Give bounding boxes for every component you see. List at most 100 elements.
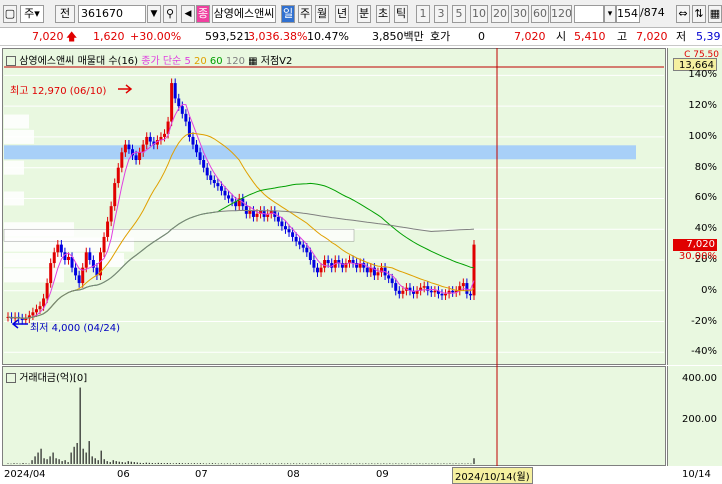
volume-bar	[464, 463, 466, 465]
volume-bar	[455, 463, 457, 464]
volume-bar	[196, 463, 199, 464]
volume-bar	[419, 463, 421, 464]
volume-bar	[323, 463, 325, 464]
candle-body	[77, 275, 81, 284]
volume-bar	[308, 463, 310, 465]
candle-body	[390, 278, 394, 284]
volume-bar	[214, 463, 217, 464]
volume-bar	[317, 463, 319, 464]
volume-profile-bar	[4, 160, 24, 175]
volume-bar	[277, 463, 280, 465]
legend-box-icon[interactable]	[6, 373, 16, 383]
volume-bar	[350, 463, 352, 465]
volume-bar	[302, 463, 304, 465]
candle-body	[294, 236, 298, 242]
volume-bar	[157, 462, 159, 464]
volume-bar	[410, 463, 412, 465]
candle-body	[444, 293, 448, 296]
volume-bar	[175, 463, 177, 464]
candle-body	[184, 113, 188, 122]
volume-bar	[392, 463, 394, 465]
pct-tick-label: 40%	[694, 223, 717, 235]
volume-bar	[265, 463, 268, 465]
pct-tick-label: 0%	[701, 284, 717, 296]
x-label-07: 07	[195, 469, 208, 480]
volume-bar	[320, 463, 322, 465]
candle-body	[205, 167, 209, 176]
legend-box-icon[interactable]	[6, 56, 16, 66]
volume-bar	[232, 463, 235, 464]
candle-body	[255, 213, 259, 217]
volume-bar	[100, 450, 102, 464]
volume-tick-200: 200.00	[682, 414, 717, 425]
candle-body	[305, 247, 309, 253]
candle-body	[387, 275, 391, 279]
volume-bar	[332, 463, 334, 465]
low-annotation: 최저 4,000 (04/24)	[30, 323, 121, 334]
candle-body	[120, 152, 124, 168]
volume-bar	[94, 458, 96, 464]
candle-body	[298, 241, 302, 245]
volume-bar	[259, 463, 262, 465]
pct-tick-label: 120%	[688, 100, 717, 112]
volume-bar	[46, 459, 48, 464]
volume-bar	[371, 463, 373, 464]
volume-profile-bar	[4, 191, 24, 206]
volume-bar	[106, 461, 108, 464]
candle-body	[376, 272, 380, 276]
volume-bar	[163, 463, 165, 464]
candle-body	[138, 152, 142, 160]
volume-bar	[67, 462, 69, 464]
candle-body	[145, 136, 149, 145]
volume-bar	[133, 462, 135, 464]
candle-body	[319, 267, 323, 273]
candle-body	[326, 260, 330, 264]
current-price-tag: 7,020	[673, 239, 717, 251]
volume-bar	[112, 460, 114, 464]
volume-bar	[166, 463, 168, 464]
x-label-06: 06	[117, 469, 130, 480]
volume-bar	[82, 448, 84, 464]
volume-bar	[443, 463, 445, 464]
candle-body	[49, 263, 53, 284]
candle-body	[472, 244, 476, 296]
volume-bar	[91, 456, 93, 464]
volume-bar	[235, 463, 238, 465]
volume-bar	[326, 463, 328, 465]
candle-body	[209, 175, 213, 180]
volume-bar	[190, 463, 192, 464]
volume-bar	[452, 463, 454, 465]
volume-bar	[193, 463, 195, 464]
volume-bar	[335, 463, 337, 464]
volume-bar	[449, 463, 451, 464]
volume-bar	[241, 463, 244, 465]
volume-bar	[446, 463, 448, 465]
candle-body	[216, 183, 220, 187]
volume-bar	[88, 441, 90, 464]
x-label-08: 08	[287, 469, 300, 480]
volume-bar	[127, 461, 129, 464]
volume-bar	[205, 463, 208, 465]
volume-bar	[473, 458, 475, 464]
candle-body	[34, 309, 38, 313]
candle-body	[163, 133, 167, 137]
volume-bar	[229, 463, 232, 465]
candle-body	[191, 136, 195, 145]
volume-bar	[40, 448, 42, 464]
volume-bar	[347, 463, 349, 464]
candle-body	[52, 252, 56, 264]
candle-body	[42, 298, 46, 307]
volume-bar	[130, 461, 132, 464]
volume-bar	[16, 463, 18, 464]
candle-body	[468, 293, 472, 296]
volume-bar	[13, 463, 15, 464]
volume-bar	[299, 463, 301, 464]
candle-body	[451, 290, 455, 293]
volume-bar	[61, 461, 63, 464]
volume-bar	[274, 463, 277, 464]
candle-body	[88, 252, 92, 260]
volume-bar	[365, 463, 367, 464]
volume-bar	[305, 463, 307, 464]
volume-bar	[25, 463, 27, 464]
volume-bar	[73, 446, 75, 464]
